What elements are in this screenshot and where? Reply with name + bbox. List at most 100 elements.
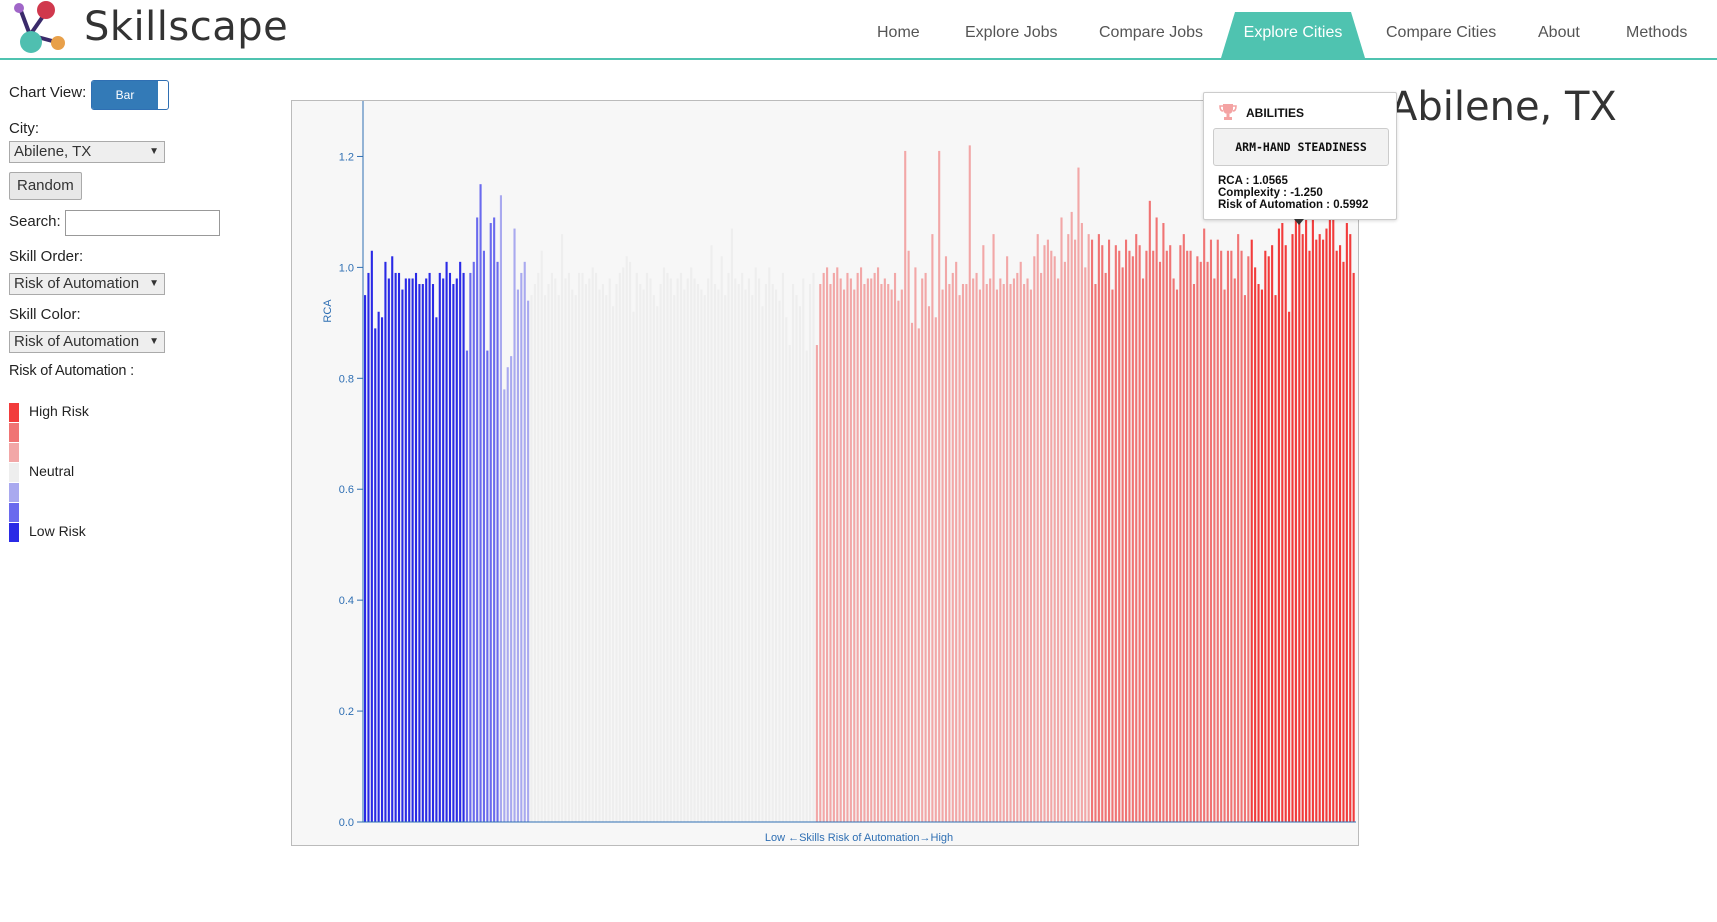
skill-bar[interactable] (683, 289, 686, 822)
skill-bar[interactable] (1260, 289, 1263, 822)
skill-bar[interactable] (1063, 261, 1066, 823)
skill-bar[interactable] (1257, 284, 1260, 822)
skill-bar[interactable] (890, 289, 893, 822)
skill-bar[interactable] (958, 295, 961, 822)
skill-bar[interactable] (516, 289, 519, 822)
skill-bar[interactable] (727, 272, 730, 822)
skill-bar[interactable] (1352, 272, 1355, 822)
skill-bar[interactable] (1342, 261, 1345, 823)
skill-bar[interactable] (1315, 239, 1318, 822)
skill-bar[interactable] (992, 234, 995, 823)
skill-bar[interactable] (676, 278, 679, 822)
skill-bar[interactable] (955, 261, 958, 823)
skill-bar[interactable] (476, 217, 479, 823)
chart-view-toggle[interactable]: Bar (91, 80, 169, 110)
skill-bar[interactable] (747, 278, 750, 822)
skill-bar[interactable] (622, 267, 625, 822)
skill-bar[interactable] (1050, 250, 1053, 822)
skill-bar[interactable] (1298, 223, 1301, 822)
skill-bar[interactable] (374, 328, 377, 822)
skill-bar[interactable] (904, 150, 907, 823)
skill-bar[interactable] (659, 284, 662, 822)
skill-bar[interactable] (605, 295, 608, 822)
skill-bar[interactable] (598, 289, 601, 822)
skill-bar[interactable] (751, 295, 754, 822)
skill-bar[interactable] (686, 278, 689, 822)
skill-bar[interactable] (438, 272, 441, 822)
skill-bar[interactable] (1084, 267, 1087, 822)
skill-bar[interactable] (1118, 250, 1121, 822)
skill-bar[interactable] (1040, 272, 1043, 822)
skill-bar[interactable] (523, 261, 526, 823)
skill-bar[interactable] (1026, 278, 1029, 822)
skill-bar[interactable] (601, 284, 604, 822)
skill-bar[interactable] (836, 267, 839, 822)
skill-bar[interactable] (1328, 217, 1331, 823)
skill-bar[interactable] (489, 223, 492, 822)
skill-bar[interactable] (1033, 256, 1036, 822)
skill-bar[interactable] (1223, 289, 1226, 822)
skill-bar[interactable] (893, 272, 897, 822)
skill-bar[interactable] (1104, 272, 1107, 822)
skill-bar[interactable] (418, 284, 421, 822)
skill-bar[interactable] (662, 267, 666, 822)
skill-bar[interactable] (387, 278, 390, 822)
skill-bar[interactable] (1023, 284, 1026, 822)
skill-bar[interactable] (822, 272, 825, 822)
skill-bar[interactable] (618, 272, 621, 822)
skill-bar[interactable] (425, 278, 428, 822)
nav-explore-cities[interactable]: Explore Cities (1221, 12, 1365, 58)
skill-bar[interactable] (666, 272, 669, 822)
skill-bar[interactable] (1284, 245, 1287, 822)
skill-bar[interactable] (707, 278, 710, 822)
skill-bar[interactable] (1318, 234, 1321, 823)
skill-bar[interactable] (506, 367, 509, 822)
city-select[interactable]: Abilene, TX ▼ (9, 141, 165, 163)
skill-bar[interactable] (849, 278, 852, 822)
skill-bar[interactable] (734, 278, 737, 822)
skill-bar[interactable] (948, 284, 951, 822)
skill-bar[interactable] (612, 306, 615, 822)
skill-bar[interactable] (435, 317, 438, 822)
skill-bar[interactable] (1162, 223, 1165, 822)
skill-bar[interactable] (1070, 211, 1073, 823)
skill-bar[interactable] (482, 250, 486, 822)
skill-bar[interactable] (591, 267, 594, 822)
skill-bar[interactable] (775, 289, 778, 822)
skill-bar[interactable] (961, 284, 965, 822)
skill-bar[interactable] (737, 284, 740, 822)
skill-bar[interactable] (1175, 289, 1179, 822)
skill-bar[interactable] (1148, 200, 1151, 822)
skill-bar[interactable] (1311, 217, 1314, 823)
skill-bar[interactable] (1274, 295, 1277, 822)
skill-bar[interactable] (486, 350, 489, 822)
skill-bar[interactable] (1213, 278, 1216, 822)
skill-bar[interactable] (924, 272, 927, 822)
skill-bar[interactable] (1172, 278, 1175, 822)
skill-bar[interactable] (615, 284, 618, 822)
skill-bar[interactable] (741, 272, 744, 822)
skill-bar[interactable] (649, 278, 652, 822)
skill-order-select[interactable]: Risk of Automation ▼ (9, 273, 165, 295)
skill-bar[interactable] (1002, 284, 1005, 822)
skill-bar[interactable] (652, 295, 655, 822)
skill-bar[interactable] (1322, 239, 1325, 822)
skill-bar[interactable] (863, 284, 866, 822)
skill-bar[interactable] (1077, 167, 1080, 823)
skill-bar[interactable] (730, 228, 734, 822)
skill-bar[interactable] (931, 234, 934, 823)
skill-bar[interactable] (462, 272, 465, 822)
skill-bar[interactable] (1155, 217, 1158, 823)
skill-bar[interactable] (656, 306, 659, 822)
skill-bar[interactable] (764, 284, 767, 822)
skill-bar[interactable] (1254, 267, 1257, 822)
skill-bar[interactable] (584, 284, 587, 822)
skill-bar[interactable] (1060, 217, 1063, 823)
skill-bar[interactable] (724, 295, 727, 822)
skill-bar[interactable] (703, 295, 706, 822)
skill-bar[interactable] (1141, 278, 1145, 822)
skill-bar[interactable] (1301, 234, 1304, 823)
skill-bar[interactable] (696, 284, 700, 822)
skill-color-select[interactable]: Risk of Automation ▼ (9, 331, 165, 353)
skill-bar[interactable] (581, 272, 584, 822)
